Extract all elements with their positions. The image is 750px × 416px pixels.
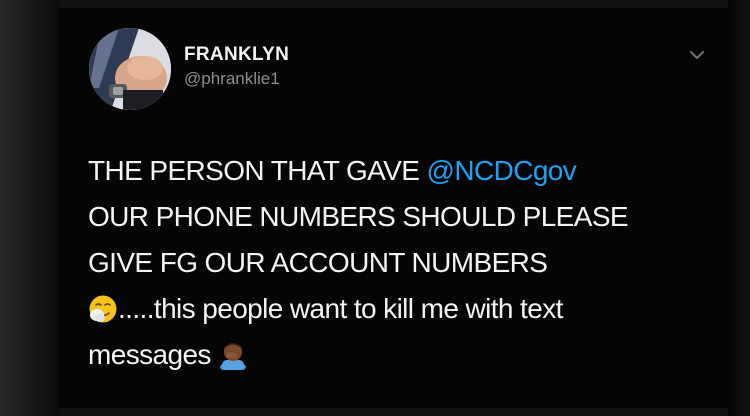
sneezing-face-emoji bbox=[88, 294, 118, 324]
tweet-line-5: messages bbox=[88, 332, 718, 378]
left-edge-shadow bbox=[0, 0, 60, 416]
right-edge-shadow bbox=[728, 0, 750, 416]
tweet-line-4: .....this people want to kill me with te… bbox=[88, 286, 718, 332]
tweet-text: THE PERSON THAT GAVE @NCDCgov OUR PHONE … bbox=[88, 148, 718, 378]
facepalm-emoji bbox=[218, 340, 248, 370]
avatar[interactable] bbox=[89, 28, 171, 110]
tweet-card: FRANKLYN @phranklie1 THE PERSON THAT GAV… bbox=[58, 8, 730, 408]
tweet-line-1-text: THE PERSON THAT GAVE bbox=[88, 155, 427, 186]
mention-link[interactable]: @NCDCgov bbox=[427, 155, 577, 186]
avatar-image bbox=[89, 28, 171, 110]
tweet-line-4-text: .....this people want to kill me with te… bbox=[118, 293, 563, 324]
tweet-line-3: GIVE FG OUR ACCOUNT NUMBERS bbox=[88, 247, 548, 278]
screenshot-frame: FRANKLYN @phranklie1 THE PERSON THAT GAV… bbox=[0, 0, 750, 416]
tweet-line-2: OUR PHONE NUMBERS SHOULD PLEASE bbox=[88, 201, 629, 232]
tweet-line-5-text: messages bbox=[88, 339, 211, 370]
author-handle[interactable]: @phranklie1 bbox=[184, 69, 280, 89]
author-name[interactable]: FRANKLYN bbox=[184, 44, 289, 66]
tweet-line-1: THE PERSON THAT GAVE @NCDCgov bbox=[88, 148, 718, 194]
chevron-down-icon[interactable] bbox=[686, 44, 708, 66]
